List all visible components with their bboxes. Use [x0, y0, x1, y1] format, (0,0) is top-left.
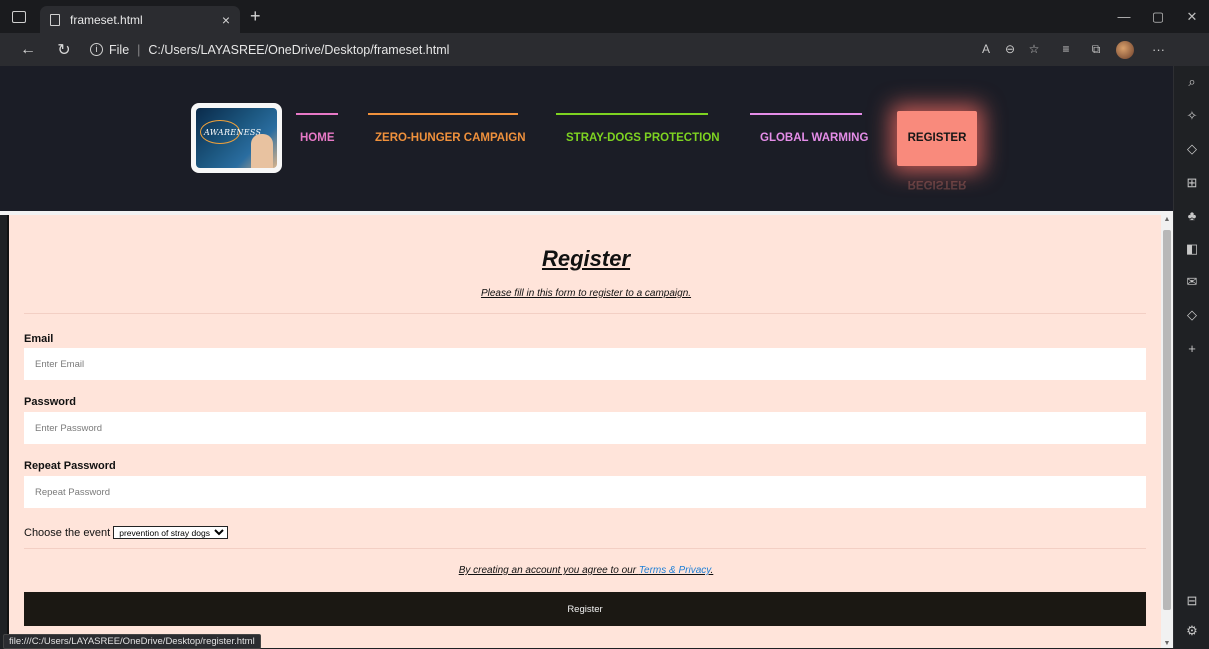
awareness-logo: AWARENESS: [191, 103, 282, 173]
outlook-icon[interactable]: ✉: [1174, 274, 1209, 290]
profile-avatar[interactable]: [1116, 40, 1134, 59]
nav-underline-home: [296, 113, 338, 115]
scroll-down-icon[interactable]: ▼: [1161, 640, 1173, 647]
tab-bar: frameset.html × + — ▢ ✕: [0, 0, 1209, 33]
search-icon[interactable]: ⌕: [1174, 74, 1209, 90]
nav-register-button[interactable]: REGISTER: [897, 111, 977, 166]
terms-end: .: [710, 565, 714, 576]
register-frame: Register Please fill in this form to reg…: [7, 215, 1161, 648]
settings-more-icon[interactable]: ···: [1152, 42, 1165, 57]
repeat-password-field[interactable]: [24, 476, 1146, 508]
nav-global-warming[interactable]: GLOBAL WARMING: [760, 132, 868, 144]
restore-button[interactable]: ▢: [1141, 9, 1175, 25]
event-select[interactable]: prevention of stray dogs: [113, 526, 229, 539]
read-aloud-icon[interactable]: A: [974, 42, 998, 57]
scrollbar-thumb[interactable]: [1163, 230, 1171, 610]
status-bar-url: file:///C:/Users/LAYASREE/OneDrive/Deskt…: [3, 634, 261, 649]
shopping-tag-icon[interactable]: ◇: [1174, 141, 1209, 157]
new-tab-button[interactable]: +: [250, 6, 261, 27]
close-window-button[interactable]: ✕: [1175, 9, 1209, 25]
minimize-button[interactable]: —: [1107, 9, 1141, 25]
url-text: C:/Users/LAYASREE/OneDrive/Desktop/frame…: [148, 42, 450, 57]
reload-button[interactable]: ↻: [50, 40, 78, 60]
form-divider-bottom: [24, 548, 1146, 549]
repeat-password-label: Repeat Password: [24, 460, 116, 472]
window-menu-icon[interactable]: [12, 10, 26, 23]
nav-underline-stray-dogs: [556, 113, 708, 115]
add-sidebar-icon[interactable]: +: [1174, 341, 1209, 356]
page-icon: [50, 13, 60, 26]
nav-zero-hunger-campaign[interactable]: ZERO-HUNGER CAMPAIGN: [375, 132, 526, 144]
page-subtitle: Please fill in this form to register to …: [480, 288, 692, 299]
sidebar-settings-icon[interactable]: ⚙: [1174, 623, 1209, 639]
tools-icon[interactable]: ⊞: [1174, 175, 1209, 191]
browser-tab[interactable]: frameset.html ×: [40, 6, 240, 33]
nav-underline-global-warming: [750, 113, 862, 115]
password-label: Password: [24, 396, 76, 408]
terms-notice: By creating an account you agree to our …: [9, 565, 1161, 576]
games-icon[interactable]: ♣: [1174, 208, 1209, 223]
info-icon[interactable]: i: [90, 43, 103, 56]
add-favorite-icon[interactable]: ☆: [1022, 42, 1046, 57]
terms-privacy-link[interactable]: Terms & Privacy: [639, 565, 711, 576]
email-field[interactable]: [24, 348, 1146, 380]
form-divider-top: [24, 313, 1146, 314]
email-label: Email: [24, 333, 54, 345]
drop-icon[interactable]: ◇: [1174, 307, 1209, 323]
event-label: Choose the event: [24, 526, 111, 539]
back-button[interactable]: ←: [14, 41, 42, 59]
address-bar: ← ↻ i File | C:/Users/LAYASREE/OneDrive/…: [0, 33, 1209, 66]
register-submit-button[interactable]: Register: [24, 592, 1146, 626]
office-icon[interactable]: ◧: [1174, 241, 1209, 257]
page-title: Register: [541, 246, 631, 271]
password-field[interactable]: [24, 412, 1146, 444]
nav-stray-dogs-protection[interactable]: STRAY-DOGS PROTECTION: [566, 132, 720, 144]
register-reflection: REGISTER: [907, 178, 967, 190]
hide-sidebar-icon[interactable]: ⊟: [1174, 593, 1209, 609]
frame-scrollbar[interactable]: ▲ ▼: [1161, 215, 1173, 648]
header-frame: AWARENESS HOME ZERO-HUNGER CAMPAIGN STRA…: [0, 66, 1173, 211]
scroll-up-icon[interactable]: ▲: [1161, 216, 1173, 223]
url-field[interactable]: i File | C:/Users/LAYASREE/OneDrive/Desk…: [90, 37, 970, 63]
url-separator: |: [137, 42, 141, 57]
terms-text: By creating an account you agree to our: [458, 565, 639, 576]
tab-title: frameset.html: [70, 12, 143, 27]
address-bar-icons: A ⊖ ☆ ≡ ⧉: [974, 42, 1108, 57]
logo-image: AWARENESS: [196, 108, 277, 168]
url-scheme: File: [109, 42, 130, 57]
favorites-icon[interactable]: ≡: [1054, 42, 1078, 57]
window-controls: — ▢ ✕: [1107, 9, 1209, 25]
discover-icon[interactable]: ✧: [1174, 108, 1209, 124]
tab-close-button[interactable]: ×: [222, 12, 230, 28]
nav-home[interactable]: HOME: [300, 132, 335, 144]
event-chooser: Choose the event prevention of stray dog…: [24, 526, 229, 539]
zoom-icon[interactable]: ⊖: [998, 42, 1022, 57]
browser-sidebar: ⌕ ✧ ◇ ⊞ ♣ ◧ ✉ ◇ + ⊟ ⚙: [1173, 66, 1209, 648]
collections-icon[interactable]: ⧉: [1084, 42, 1108, 57]
logo-hand: [251, 134, 273, 168]
nav-underline-zero-hunger: [368, 113, 518, 115]
logo-text: AWARENESS: [204, 128, 262, 137]
